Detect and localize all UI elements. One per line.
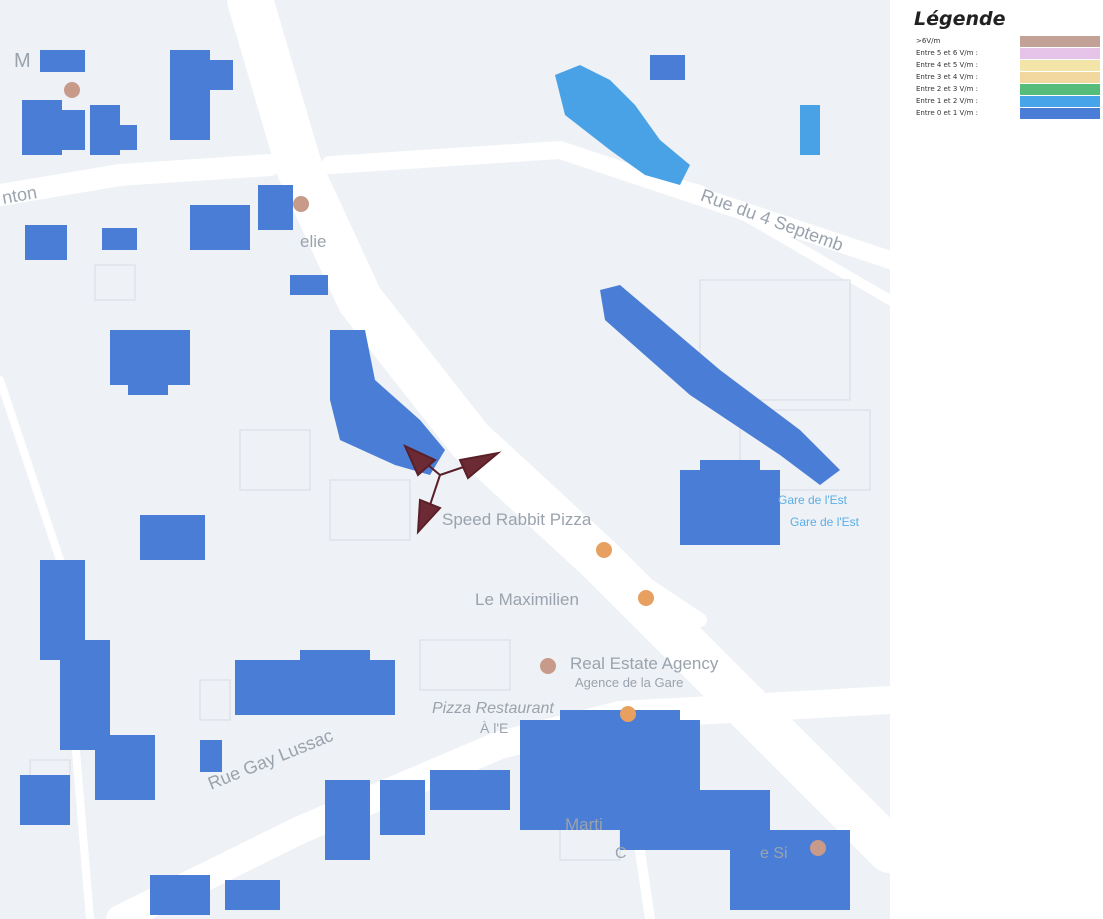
real-estate-icon[interactable] <box>540 658 556 674</box>
street-label-top-left: M <box>14 50 31 72</box>
restaurant-icon[interactable] <box>293 196 309 212</box>
poi-label-gare-2: Gare de l'Est <box>790 515 859 529</box>
restaurant-icon[interactable] <box>620 706 636 722</box>
poi-label-pizza-sub: À l'E <box>480 720 509 736</box>
legend-label: Entre 5 et 6 V/m : <box>916 49 979 57</box>
legend-label: Entre 0 et 1 V/m : <box>916 109 979 117</box>
pizza-icon[interactable] <box>596 542 612 558</box>
poi-label-real-estate-sub: Agence de la Gare <box>575 675 684 690</box>
legend-swatch <box>1020 96 1100 107</box>
legend-row-5-6: Entre 5 et 6 V/m : <box>900 48 1100 59</box>
legend-label: >6V/m <box>916 37 941 45</box>
map-canvas <box>0 0 890 919</box>
legend-label: Entre 3 et 4 V/m : <box>916 73 979 81</box>
legend: Légende >6V/m Entre 5 et 6 V/m : Entre 4… <box>900 8 1100 120</box>
map-view[interactable]: M nton Rue du 4 Septemb Rue Gay Lussac P… <box>0 0 890 919</box>
legend-row-2-3: Entre 2 et 3 V/m : <box>900 84 1100 95</box>
poi-label-gare: Gare de l'Est <box>778 493 847 507</box>
legend-row-3-4: Entre 3 et 4 V/m : <box>900 72 1100 83</box>
legend-label: Entre 4 et 5 V/m : <box>916 61 979 69</box>
legend-swatch <box>1020 108 1100 119</box>
legend-row-0-1: Entre 0 et 1 V/m : <box>900 108 1100 119</box>
legend-swatch <box>1020 72 1100 83</box>
restaurant-icon[interactable] <box>64 82 80 98</box>
legend-row-gt6: >6V/m <box>900 36 1100 47</box>
legend-label: Entre 1 et 2 V/m : <box>916 97 979 105</box>
legend-swatch <box>1020 84 1100 95</box>
cafe-icon[interactable] <box>638 590 654 606</box>
legend-title: Légende <box>914 8 1006 30</box>
poi-label-bottom-fragment: C <box>615 845 627 862</box>
poi-label-pizza-restaurant: Pizza Restaurant <box>432 700 554 717</box>
shop-icon[interactable] <box>810 840 826 856</box>
poi-label-real-estate: Real Estate Agency <box>570 654 719 673</box>
poi-label-speed-rabbit: Speed Rabbit Pizza <box>442 510 592 529</box>
legend-label: Entre 2 et 3 V/m : <box>916 85 979 93</box>
legend-swatch <box>1020 48 1100 59</box>
legend-swatch <box>1020 36 1100 47</box>
legend-swatch <box>1020 60 1100 71</box>
legend-row-1-2: Entre 1 et 2 V/m : <box>900 96 1100 107</box>
poi-label-elie: elie <box>300 232 327 251</box>
poi-label-marti: Marti <box>565 815 603 834</box>
poi-label-bottom-fragment-2: e Si <box>760 845 788 862</box>
poi-label-le-maximilien: Le Maximilien <box>475 590 579 609</box>
legend-row-4-5: Entre 4 et 5 V/m : <box>900 60 1100 71</box>
